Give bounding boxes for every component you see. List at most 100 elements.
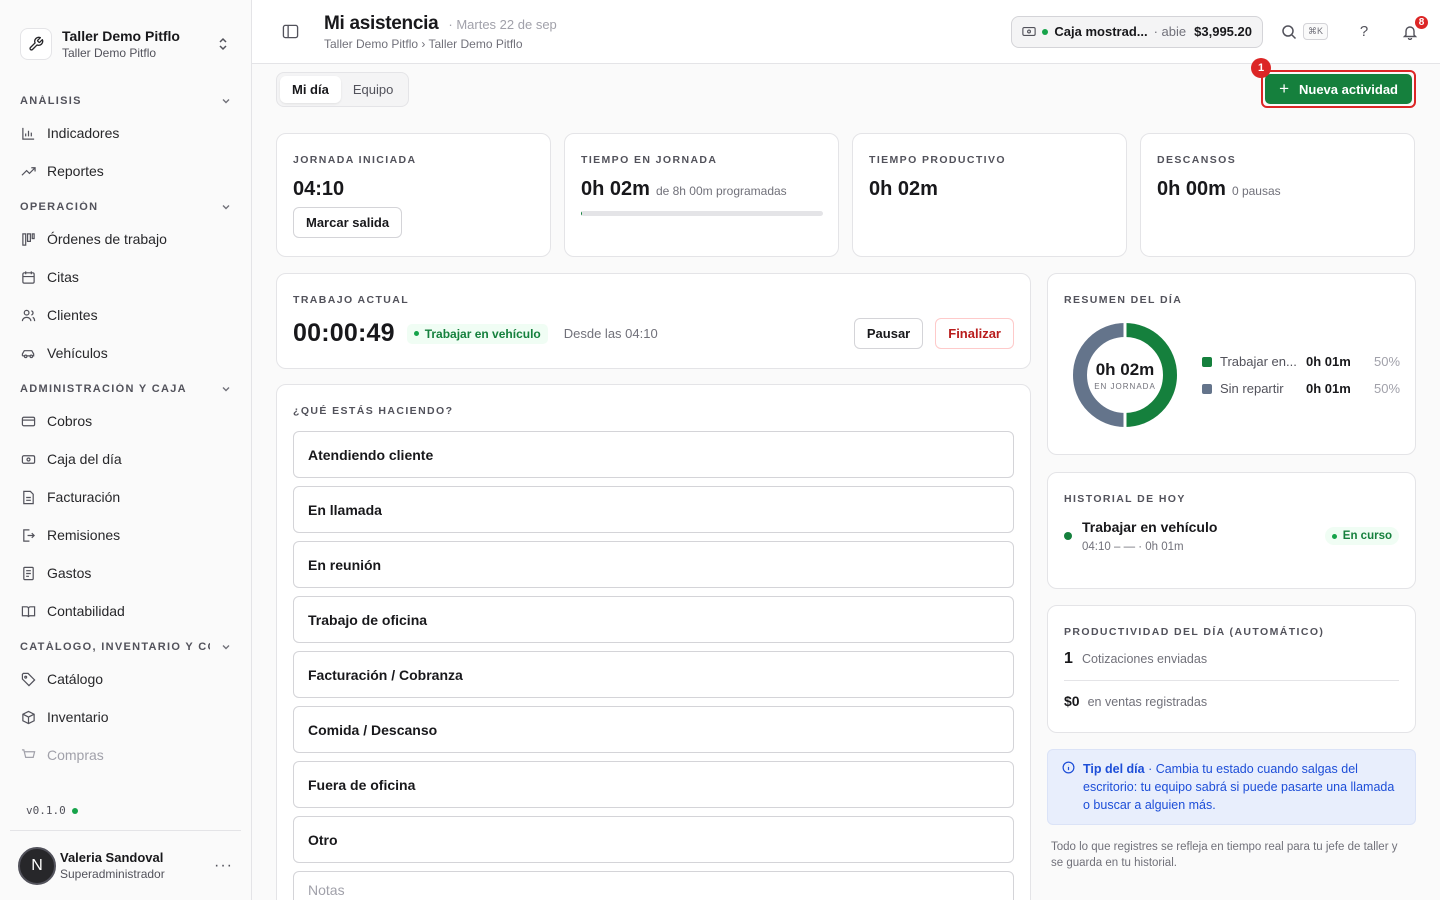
- card-label: HISTORIAL DE HOY: [1064, 493, 1186, 505]
- sidebar-item-cobros[interactable]: Cobros: [0, 402, 251, 440]
- quotes-count: 1: [1064, 650, 1073, 667]
- sidebar-item-caja[interactable]: Caja del día: [0, 440, 251, 478]
- stat-tiempo: TIEMPO EN JORNADA 0h 02m de 8h 00m progr…: [564, 133, 839, 257]
- sales-label: en ventas registradas: [1087, 695, 1208, 709]
- status-dot: [1042, 28, 1049, 35]
- status-option[interactable]: En llamada: [293, 486, 1014, 533]
- section-administracion[interactable]: ADMINISTRACIÓN Y CAJA: [0, 376, 251, 402]
- version-text: v0.1.0: [26, 804, 66, 817]
- search-shortcut: ⌘K: [1302, 23, 1328, 40]
- card-label: TRABAJO ACTUAL: [293, 294, 410, 306]
- help-icon[interactable]: ?: [1354, 22, 1374, 42]
- section-label: ADMINISTRACIÓN Y CAJA: [20, 383, 187, 395]
- document-icon: [20, 489, 36, 505]
- sidebar-item-label: Caja del día: [47, 451, 122, 467]
- tab-mi-dia[interactable]: Mi día: [280, 75, 341, 103]
- quotes-label: Cotizaciones enviadas: [1082, 652, 1208, 666]
- status-option[interactable]: Atendiendo cliente: [293, 431, 1014, 478]
- stat-value: 0h 02m: [869, 178, 938, 200]
- card-label: PRODUCTIVIDAD DEL DÍA (AUTOMÁTICO): [1064, 626, 1325, 638]
- cash-icon: [1022, 24, 1037, 40]
- stat-label: JORNADA INICIADA: [293, 154, 417, 166]
- topbar: Mi asistencia · Martes 22 de sep Taller …: [252, 0, 1440, 64]
- sidebar-item-compras[interactable]: Compras: [0, 736, 251, 774]
- status-option[interactable]: Trabajo de oficina: [293, 596, 1014, 643]
- section-label: CATÁLOGO, INVENTARIO Y CO...: [20, 641, 210, 653]
- productivity-card: PRODUCTIVIDAD DEL DÍA (AUTOMÁTICO) 1 Cot…: [1047, 605, 1416, 733]
- finish-button[interactable]: Finalizar: [935, 318, 1014, 349]
- cash-icon: [20, 451, 36, 467]
- donut-chart: 0h 02m EN JORNADA: [1072, 322, 1178, 428]
- sidebar-item-label: Catálogo: [47, 671, 104, 687]
- new-activity-button[interactable]: + Nueva actividad: [1265, 74, 1412, 104]
- history-card: HISTORIAL DE HOY Trabajar en vehículo 04…: [1047, 472, 1416, 589]
- wrench-icon: [20, 28, 52, 60]
- sidebar-item-gastos[interactable]: Gastos: [0, 554, 251, 592]
- status-dot: [1064, 532, 1072, 540]
- sidebar-item-clientes[interactable]: Clientes: [0, 296, 251, 334]
- footer-note: Todo lo que registres se refleja en tiem…: [1051, 841, 1398, 869]
- tag-icon: [20, 671, 36, 687]
- workspace-name: Taller Demo Pitflo: [62, 28, 180, 44]
- status-dot: [71, 807, 78, 814]
- sidebar-item-vehiculos[interactable]: Vehículos: [0, 334, 251, 372]
- notes-input[interactable]: Notas: [293, 871, 1014, 900]
- card-label: ¿QUÉ ESTÁS HACIENDO?: [293, 405, 454, 417]
- chevron-down-icon: [221, 199, 231, 215]
- sidebar-item-indicadores[interactable]: Indicadores: [0, 114, 251, 152]
- more-icon[interactable]: ···: [214, 857, 233, 875]
- search-icon[interactable]: [1279, 22, 1299, 42]
- sidebar-item-label: Reportes: [47, 163, 104, 179]
- breadcrumb[interactable]: Taller Demo Pitflo › Taller Demo Pitflo: [324, 37, 1011, 51]
- sidebar-item-contabilidad[interactable]: Contabilidad: [0, 592, 251, 630]
- section-operacion[interactable]: OPERACIÓN: [0, 194, 251, 220]
- sidebar-item-reportes[interactable]: Reportes: [0, 152, 251, 190]
- tab-equipo[interactable]: Equipo: [341, 76, 405, 103]
- bell-icon[interactable]: 8: [1400, 13, 1430, 42]
- chevron-down-icon: [221, 639, 231, 655]
- receipt-icon: [20, 565, 36, 581]
- stat-jornada: JORNADA INICIADA 04:10 Marcar salida: [276, 133, 551, 257]
- sidebar-item-inventario[interactable]: Inventario: [0, 698, 251, 736]
- tip-title: Tip del día: [1083, 762, 1145, 776]
- sidebar-item-label: Vehículos: [47, 345, 108, 361]
- view-tabs: Mi día Equipo: [276, 71, 410, 107]
- sidebar-item-label: Remisiones: [47, 527, 121, 543]
- status-option[interactable]: Fuera de oficina: [293, 761, 1014, 808]
- pause-button[interactable]: Pausar: [853, 318, 924, 349]
- section-analisis[interactable]: ANÁLISIS: [0, 88, 251, 114]
- user-menu[interactable]: N Valeria Sandoval Superadministrador ··…: [10, 830, 241, 900]
- legend-swatch: [1202, 383, 1212, 394]
- status-option[interactable]: Otro: [293, 816, 1014, 863]
- sidebar-item-remisiones[interactable]: Remisiones: [0, 516, 251, 554]
- card-icon: [20, 413, 36, 429]
- sidebar-item-label: Facturación: [47, 489, 121, 505]
- new-activity-highlight: 1 + Nueva actividad: [1251, 58, 1416, 108]
- legend-row: Trabajar en... 0h 01m 50%: [1202, 348, 1400, 375]
- status-option[interactable]: Comida / Descanso: [293, 706, 1014, 753]
- cash-state: · abie: [1153, 24, 1187, 39]
- stat-note: 0 pausas: [1231, 184, 1281, 198]
- cash-register-selector[interactable]: Caja mostrad... · abie $3,995.20: [1011, 15, 1263, 48]
- current-work-card: TRABAJO ACTUAL 00:00:49 Trabajar en vehí…: [276, 273, 1031, 369]
- sidebar-item-citas[interactable]: Citas: [0, 258, 251, 296]
- status-option[interactable]: Facturación / Cobranza: [293, 651, 1014, 698]
- page-title: Mi asistencia: [324, 12, 439, 34]
- legend-value: 0h 01m: [1306, 381, 1351, 396]
- tip-box: Tip del día · Cambia tu estado cuando sa…: [1047, 749, 1416, 825]
- section-catalogo[interactable]: CATÁLOGO, INVENTARIO Y CO...: [0, 634, 251, 660]
- history-item[interactable]: Trabajar en vehículo 04:10 – — · 0h 01m …: [1064, 519, 1399, 553]
- sidebar-item-facturacion[interactable]: Facturación: [0, 478, 251, 516]
- stat-label: TIEMPO EN JORNADA: [581, 154, 718, 166]
- plus-icon: +: [1279, 79, 1289, 98]
- status-option[interactable]: En reunión: [293, 541, 1014, 588]
- sidebar-item-ordenes[interactable]: Órdenes de trabajo: [0, 220, 251, 258]
- status-badge-label: En curso: [1342, 530, 1392, 542]
- workspace-switcher[interactable]: Taller Demo Pitflo Taller Demo Pitflo: [0, 0, 251, 70]
- history-title: Trabajar en vehículo: [1082, 519, 1218, 535]
- sales-amount: $0: [1064, 693, 1080, 709]
- sidebar-item-catalogo[interactable]: Catálogo: [0, 660, 251, 698]
- sidebar-toggle-icon[interactable]: [280, 22, 300, 42]
- clock-out-button[interactable]: Marcar salida: [293, 207, 403, 238]
- notification-badge: 8: [1413, 13, 1430, 31]
